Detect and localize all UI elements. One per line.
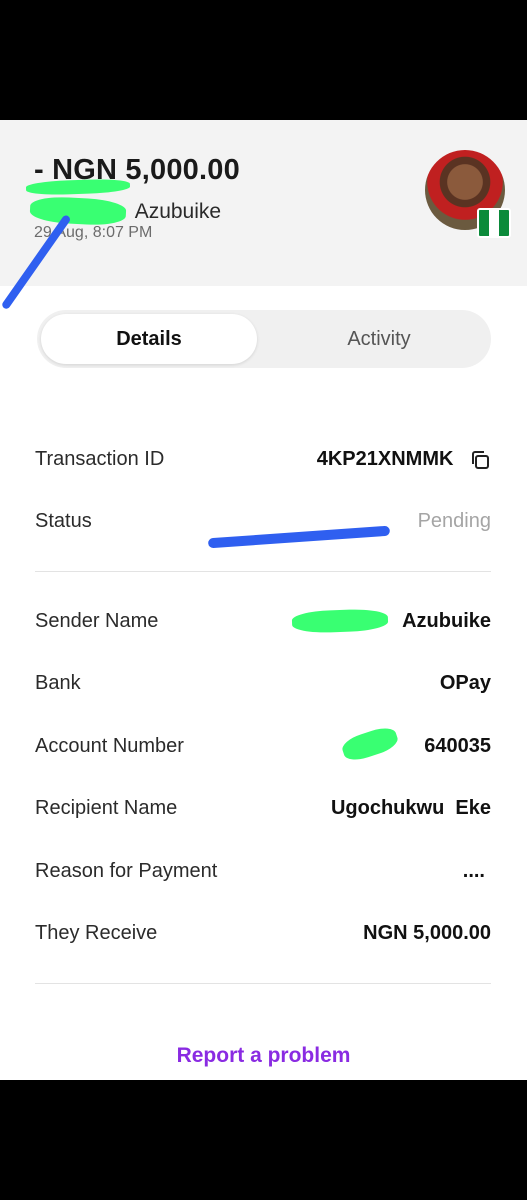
transaction-id-text: 4KP21XNMMK [316, 448, 454, 470]
transaction-header: - NGN 5,000.00 Azubuike 29 Aug, 8:07 PM [0, 120, 527, 286]
sender-name-row: Sender Name Azubuike [35, 610, 491, 640]
section-divider [35, 571, 491, 572]
bank-row: Bank OPay [35, 672, 491, 702]
transaction-id-row: Transaction ID 4KP21XNMMK [35, 448, 491, 478]
recipient-name-row: Recipient Name Ugochukwu Eke [35, 797, 491, 827]
copy-icon[interactable] [469, 449, 491, 471]
recipient-name-label: Recipient Name [35, 797, 178, 819]
report-problem-link[interactable]: Report a problem [0, 1044, 527, 1068]
account-number-label: Account Number [35, 735, 184, 757]
transaction-id-label: Transaction ID [35, 448, 165, 470]
counterparty-name-suffix: Azubuike [134, 200, 222, 223]
transaction-id-value: 4KP21XNMMK [317, 448, 491, 471]
recipient-name-value: Ugochukwu Eke [330, 797, 491, 819]
tab-activity[interactable]: Activity [271, 314, 487, 364]
tab-details[interactable]: Details [41, 314, 257, 364]
sender-name-label: Sender Name [35, 610, 159, 632]
section-divider [35, 983, 491, 984]
bank-value: OPay [439, 672, 491, 694]
reason-row: Reason for Payment .... [35, 860, 491, 890]
status-value: Pending [417, 510, 491, 532]
tab-bar: Details Activity [37, 310, 491, 368]
account-number-value: 640035 [424, 735, 491, 757]
nigeria-flag-icon [477, 208, 511, 238]
bank-label: Bank [35, 672, 81, 694]
sender-name-value: Azubuike [402, 610, 491, 632]
they-receive-value: NGN 5,000.00 [363, 922, 491, 944]
reason-label: Reason for Payment [35, 860, 218, 882]
reason-value: .... [462, 860, 485, 882]
they-receive-row: They Receive NGN 5,000.00 [35, 922, 491, 952]
status-label: Status [35, 510, 92, 532]
transaction-details-screen: - NGN 5,000.00 Azubuike 29 Aug, 8:07 PM … [0, 120, 527, 1080]
account-number-row: Account Number 640035 [35, 735, 491, 765]
they-receive-label: They Receive [35, 922, 158, 944]
